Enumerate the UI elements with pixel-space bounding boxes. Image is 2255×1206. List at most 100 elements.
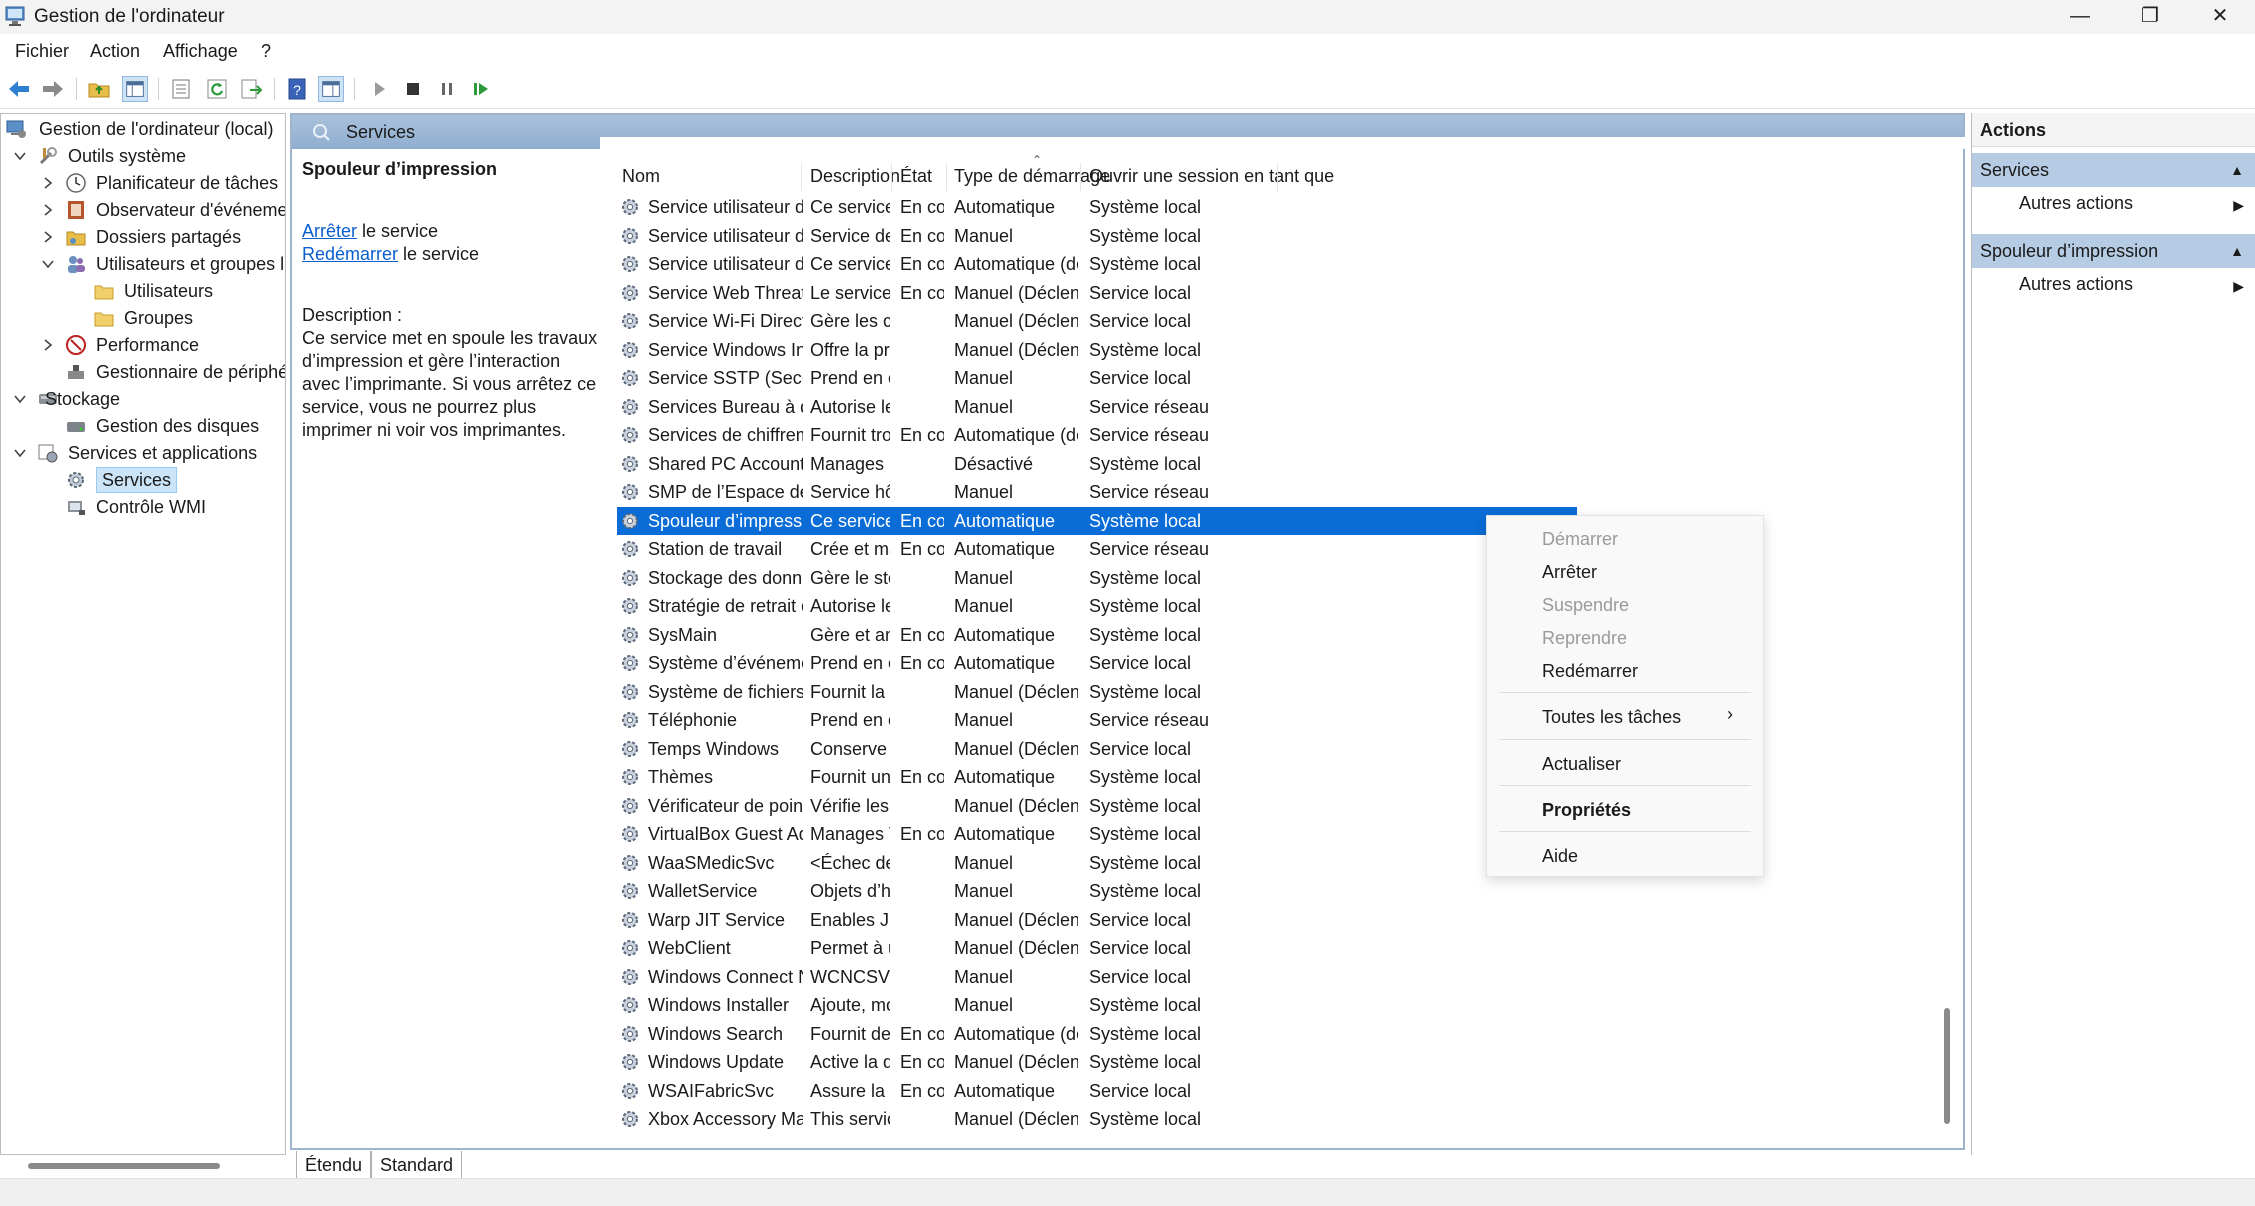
table-row[interactable]: Stratégie de retrait de la cart... Autori… [617, 592, 1577, 620]
table-row[interactable]: Warp JIT Service Enables JIT c... Manuel (… [617, 906, 1577, 934]
table-row[interactable]: SMP de l’Espace de stockage... Service hô… [617, 478, 1577, 506]
gear-icon [622, 626, 638, 643]
up-folder-icon[interactable] [86, 76, 112, 102]
ctx-redemarrer[interactable]: Redémarrer [1542, 661, 1638, 682]
close-button[interactable]: ✕ [2185, 0, 2255, 34]
chevron-right-icon[interactable] [41, 230, 55, 244]
refresh-icon[interactable] [204, 76, 230, 102]
gear-icon [622, 341, 638, 358]
chevron-right-icon[interactable] [41, 338, 55, 352]
table-row[interactable]: Système de fichiers EFS (Encr... Fournit … [617, 678, 1577, 706]
table-row[interactable]: Station de travail Crée et main... En co..… [617, 535, 1577, 563]
ctx-actualiser[interactable]: Actualiser [1542, 754, 1621, 775]
forward-arrow-icon[interactable] [40, 76, 66, 102]
table-row[interactable]: Service SSTP (Secure Socket ... Prend en … [617, 364, 1577, 392]
cell-startup-type: Manuel [954, 567, 1014, 588]
minimize-button[interactable]: — [2045, 0, 2115, 34]
pause-service-icon[interactable] [434, 76, 460, 102]
column-header-etat[interactable]: État [900, 159, 932, 193]
start-service-icon[interactable] [366, 76, 392, 102]
table-row[interactable]: Temps Windows Conserve la ... Manuel (Décl… [617, 735, 1577, 763]
help-book-icon[interactable]: ? [284, 76, 310, 102]
table-row[interactable]: Service utilisateur du Presse-... Ce serv… [617, 250, 1577, 278]
table-row[interactable]: WaaSMedicSvc <Échec de la... Manuel Système… [617, 849, 1577, 877]
table-row[interactable]: Service utilisateur de notific... Ce serv… [617, 193, 1577, 221]
actions-autres-actions-spouleur[interactable]: Autres actions [2019, 274, 2133, 295]
table-row[interactable]: Service Windows Insider Offre la pris... M… [617, 336, 1577, 364]
actions-autres-actions-services[interactable]: Autres actions [2019, 193, 2133, 214]
cell-name: Spouleur d’impression [648, 510, 803, 531]
table-row[interactable]: Services de chiffrement Fournit trois... E… [617, 421, 1577, 449]
chevron-down-icon[interactable] [13, 446, 27, 460]
table-row[interactable]: Spouleur d’impression Ce service m... En c… [617, 506, 1577, 535]
menu-help[interactable]: ? [261, 41, 271, 62]
export-list-icon[interactable] [238, 76, 264, 102]
table-row[interactable]: Services Bureau à distance Autorise les .… [617, 393, 1577, 421]
back-arrow-icon[interactable] [6, 76, 32, 102]
table-row[interactable]: Windows Installer Ajoute, modi... Manuel Sy… [617, 991, 1577, 1019]
chevron-down-icon[interactable] [41, 257, 55, 271]
table-row[interactable]: WebClient Permet à un ... Manuel (Déclench… [617, 934, 1577, 962]
table-row[interactable]: Thèmes Fournit un s... En co... Automatique… [617, 763, 1577, 791]
ctx-toutes-les-taches[interactable]: Toutes les tâches [1542, 707, 1681, 728]
table-row[interactable]: WSAIFabricSvc Assure la pri... En co... Aut… [617, 1077, 1577, 1105]
table-row[interactable]: Service Web Threat Defense Le service de.… [617, 279, 1577, 307]
table-row[interactable]: Stockage des données utilis... Gère le st… [617, 564, 1577, 592]
gear-icon [622, 997, 638, 1013]
chevron-right-icon[interactable] [41, 176, 55, 190]
cell-logon-as: Service local [1089, 368, 1192, 388]
cell-logon-as: Système local [1089, 197, 1202, 217]
collapse-up-icon[interactable]: ▲ [2230, 153, 2244, 187]
column-header-nom[interactable]: Nom [622, 159, 660, 193]
cell-description: Fournit trois... [810, 425, 890, 445]
restart-service-icon[interactable] [468, 76, 494, 102]
menu-affichage[interactable]: Affichage [163, 41, 238, 62]
table-row[interactable]: SysMain Gère et amél... En co... Automatiqu… [617, 621, 1577, 649]
table-row[interactable]: WalletService Objets d’hôt... Manuel Systèm… [617, 877, 1577, 905]
cell-description: Manages V... [810, 824, 890, 844]
collapse-up-icon[interactable]: ▲ [2230, 234, 2244, 268]
stop-service-link[interactable]: Arrêter [302, 221, 357, 241]
column-header-type-demarrage[interactable]: Type de démarrage [954, 159, 1110, 193]
actions-section-services[interactable]: Services ▲ [1972, 153, 2255, 187]
tree-horizontal-scrollbar[interactable] [28, 1163, 220, 1169]
menu-action[interactable]: Action [90, 41, 140, 62]
stop-service-icon[interactable] [400, 76, 426, 102]
services-vertical-scrollbar[interactable] [1944, 1008, 1950, 1124]
properties-icon[interactable] [168, 76, 194, 102]
table-row[interactable]: Système d’événement COM+ Prend en ch... En… [617, 649, 1577, 677]
restore-button[interactable]: ❐ [2115, 0, 2185, 34]
table-row[interactable]: Xbox Accessory Managemen... This service … [617, 1105, 1577, 1133]
table-row[interactable]: Service Wi-Fi Direct Service ... Gère les… [617, 307, 1577, 335]
table-row[interactable]: Windows Search Fournit des f... En co... Au… [617, 1020, 1577, 1048]
column-header-description[interactable]: Description [810, 159, 900, 193]
cell-name: Services Bureau à distance [648, 396, 803, 417]
ctx-proprietes[interactable]: Propriétés [1542, 800, 1631, 821]
ctx-arreter[interactable]: Arrêter [1542, 562, 1597, 583]
cell-state: En co... [900, 282, 944, 303]
column-header-session[interactable]: Ouvrir une session en tant que [1089, 159, 1334, 193]
tree-label-groupes: Groupes [124, 308, 194, 328]
table-row[interactable]: VirtualBox Guest Additions S... Manages V… [617, 820, 1577, 848]
chevron-right-icon[interactable] [41, 203, 55, 217]
table-row[interactable]: Vérificateur de points Vérifie les en... M… [617, 792, 1577, 820]
tab-standard[interactable]: Standard [371, 1151, 463, 1180]
menu-fichier[interactable]: Fichier [15, 41, 69, 62]
ctx-aide[interactable]: Aide [1542, 846, 1578, 867]
table-row[interactable]: Téléphonie Prend en ch... Manuel Service ré… [617, 706, 1577, 734]
description-label: Description : [302, 305, 403, 325]
cell-startup-type: Manuel (Déclencher l... [954, 909, 1078, 930]
cell-startup-type: Manuel [954, 396, 1014, 417]
chevron-down-icon[interactable] [13, 149, 27, 163]
restart-service-link[interactable]: Redémarrer [302, 244, 398, 264]
table-row[interactable]: Shared PC Account Manager Manages pr... Dé… [617, 450, 1577, 478]
table-row[interactable]: Windows Connect Now - Re... WCNCSVC h... M… [617, 963, 1577, 991]
cell-description: Le service de... [810, 282, 890, 303]
show-hide-tree-icon[interactable] [122, 76, 148, 102]
show-hide-action-pane-icon[interactable] [318, 76, 344, 102]
table-row[interactable]: Windows Update Active la dét... En co... Ma… [617, 1048, 1577, 1076]
actions-section-spouleur[interactable]: Spouleur d’impression ▲ [1972, 234, 2255, 268]
table-row[interactable]: Service utilisateur du kit de ... Service… [617, 222, 1577, 250]
tab-etendu[interactable]: Étendu [296, 1151, 372, 1180]
chevron-down-icon[interactable] [13, 392, 27, 406]
